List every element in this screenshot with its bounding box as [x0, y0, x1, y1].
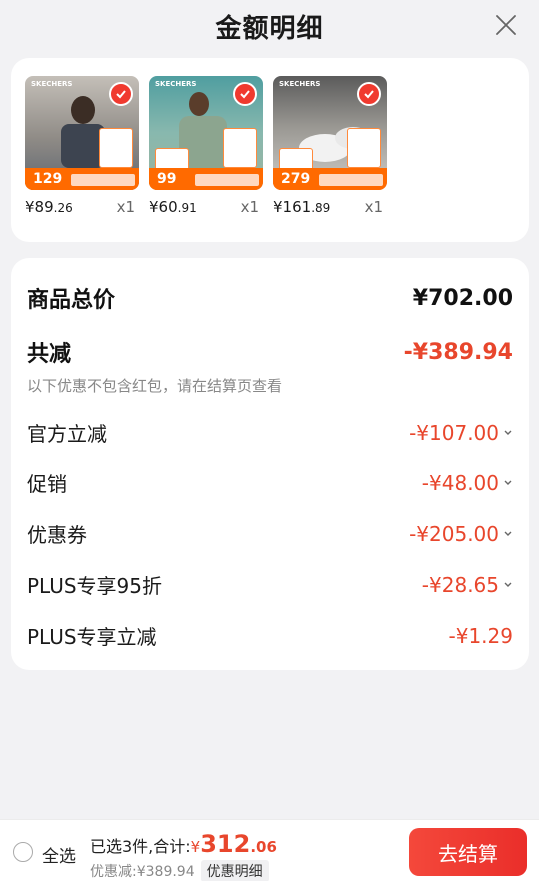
discount-row-plus-95[interactable]: PLUS专享95折 -¥28.65 — [27, 570, 513, 599]
product-price-row: ¥161.89 x1 — [273, 198, 387, 216]
discount-summary: 优惠减:¥389.94 优惠明细 — [90, 860, 269, 881]
discount-value: -¥107.00 — [409, 421, 513, 445]
products-card: SKECHERS 129 ¥89.26 x1 SKECHERS 99 ¥60.9… — [11, 58, 529, 242]
product-price-row: ¥89.26 x1 — [25, 198, 139, 216]
thumb-price: 99 — [149, 168, 191, 190]
discount-row-coupon[interactable]: 优惠券 -¥205.00 — [27, 519, 513, 548]
chevron-down-icon[interactable] — [503, 429, 513, 437]
select-all-label[interactable]: 全选 — [42, 842, 76, 867]
selected-count-text: 已选3件,合计: — [90, 837, 191, 856]
header: 金额明细 — [0, 0, 539, 52]
discount-row-official[interactable]: 官方立减 -¥107.00 — [27, 418, 513, 447]
brand-logo: SKECHERS — [155, 80, 197, 88]
chevron-down-icon[interactable] — [503, 530, 513, 538]
product-price: ¥60.91 — [149, 198, 197, 216]
product-item[interactable]: SKECHERS 99 ¥60.91 x1 — [149, 76, 263, 242]
checkout-button[interactable]: 去结算 — [409, 828, 527, 876]
product-price-row: ¥60.91 x1 — [149, 198, 263, 216]
chevron-down-icon[interactable] — [503, 581, 513, 589]
discount-row-plus-reduce: PLUS专享立减 -¥1.29 — [27, 621, 513, 650]
product-qty: x1 — [240, 198, 259, 216]
checkout-bar: 全选 已选3件,合计: ¥312.06 优惠减:¥389.94 优惠明细 去结算 — [0, 819, 539, 881]
discount-value: -¥48.00 — [422, 471, 513, 495]
brand-logo: SKECHERS — [279, 80, 321, 88]
promo-lines — [195, 174, 259, 186]
promo-lines — [71, 174, 135, 186]
total-reduce-label: 共减 — [27, 342, 72, 367]
product-item[interactable]: SKECHERS 129 ¥89.26 x1 — [25, 76, 139, 242]
select-all-radio[interactable] — [13, 842, 33, 862]
total-reduce-row: 共减 -¥389.94 — [27, 336, 513, 368]
chevron-down-icon[interactable] — [503, 479, 513, 487]
thumb-price: 129 — [25, 168, 67, 190]
close-icon — [496, 15, 516, 35]
promo-lines — [319, 174, 383, 186]
product-thumbnail[interactable]: SKECHERS 99 — [149, 76, 263, 190]
total-price-row: 商品总价 ¥702.00 — [27, 282, 513, 314]
discount-value: -¥28.65 — [422, 573, 513, 597]
promo-badge — [99, 128, 133, 168]
discount-label: 促销 — [27, 472, 67, 496]
promo-badge — [347, 128, 381, 168]
discount-summary-text: 优惠减:¥389.94 — [90, 864, 195, 880]
selected-summary: 已选3件,合计: ¥312.06 — [90, 830, 277, 858]
discount-value: -¥205.00 — [409, 522, 513, 546]
promo-badge — [223, 128, 257, 168]
page-title: 金额明细 — [215, 13, 324, 44]
discount-value: -¥1.29 — [448, 623, 513, 648]
product-thumbnail[interactable]: SKECHERS 279 — [273, 76, 387, 190]
discount-row-promo[interactable]: 促销 -¥48.00 — [27, 468, 513, 497]
discount-label: 官方立减 — [27, 422, 107, 446]
product-qty: x1 — [116, 198, 135, 216]
discount-detail-button[interactable]: 优惠明细 — [200, 860, 269, 881]
product-price: ¥161.89 — [273, 198, 331, 216]
checked-icon[interactable] — [357, 82, 381, 106]
discount-note: 以下优惠不包含红包，请在结算页查看 — [27, 377, 283, 395]
close-button[interactable] — [491, 10, 521, 40]
brand-logo: SKECHERS — [31, 80, 73, 88]
checked-icon[interactable] — [109, 82, 133, 106]
total-amount: ¥312.06 — [190, 830, 277, 858]
product-thumbnail[interactable]: SKECHERS 129 — [25, 76, 139, 190]
total-price-label: 商品总价 — [27, 288, 116, 313]
product-qty: x1 — [364, 198, 383, 216]
thumb-price: 279 — [273, 168, 315, 190]
product-item[interactable]: SKECHERS 279 ¥161.89 x1 — [273, 76, 387, 242]
price-detail-card: 商品总价 ¥702.00 共减 -¥389.94 以下优惠不包含红包，请在结算页… — [11, 258, 529, 670]
discount-label: PLUS专享95折 — [27, 574, 162, 598]
discount-label: PLUS专享立减 — [27, 625, 157, 649]
total-reduce-value: -¥389.94 — [403, 339, 513, 365]
discount-label: 优惠券 — [27, 523, 87, 547]
product-price: ¥89.26 — [25, 198, 73, 216]
total-price-value: ¥702.00 — [412, 285, 513, 311]
checked-icon[interactable] — [233, 82, 257, 106]
